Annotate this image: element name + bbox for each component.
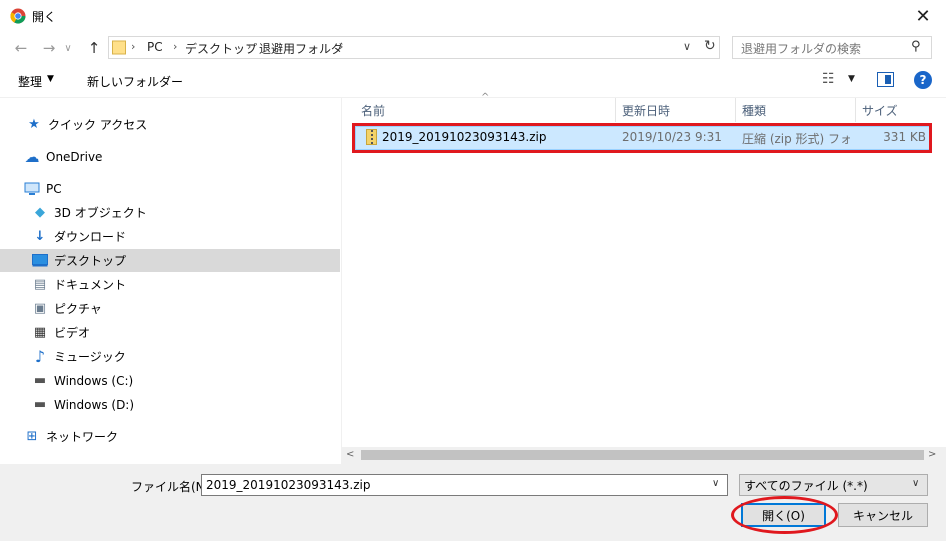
cloud-icon: ☁ [24,147,40,166]
annotation-highlight-ellipse [731,496,838,534]
divider [341,98,342,464]
column-header-modified[interactable]: 更新日時 [616,98,736,122]
sidebar-item-label: デスクトップ [54,254,127,268]
sidebar-item-quick-access[interactable]: ★ クイック アクセス [0,113,340,136]
breadcrumb-evac-folder[interactable]: 退避用フォルダ [259,40,343,57]
sidebar-item-drive-c[interactable]: ▬ Windows (C:) [0,369,340,392]
sidebar-item-label: PC [46,181,62,196]
sidebar-item-label: 3D オブジェクト [54,206,147,220]
window-title: 開く [32,10,57,24]
sidebar-item-pc[interactable]: PC [0,177,340,200]
star-icon: ★ [28,117,40,132]
music-icon: ♪ [34,347,46,366]
new-folder-button[interactable]: 新しいフォルダー [87,73,183,90]
folder-icon [112,40,126,55]
caret-down-icon[interactable]: ▼ [47,74,54,84]
chrome-icon [10,8,26,24]
download-icon: ↓ [34,229,46,244]
sidebar-item-downloads[interactable]: ↓ ダウンロード [0,225,340,248]
search-icon[interactable]: ⚲ [911,39,921,54]
preview-pane-icon[interactable] [877,72,894,87]
organize-button[interactable]: 整理 [18,73,42,90]
sidebar-item-label: Windows (C:) [54,373,134,388]
filename-field[interactable]: 2019_20191023093143.zip [201,474,728,496]
breadcrumb-separator[interactable]: › [173,40,177,53]
forward-icon[interactable]: → [38,38,60,58]
computer-icon [24,181,40,197]
address-bar[interactable]: › PC › デスクトップ › 退避用フォルダ › ∨ ↻ [108,36,720,59]
back-icon[interactable]: ← [10,38,32,58]
sidebar-item-label: クイック アクセス [48,118,148,132]
sidebar-item-label: ダウンロード [54,230,127,244]
sidebar-item-onedrive[interactable]: ☁ OneDrive [0,145,340,168]
annotation-highlight-box [352,123,932,153]
refresh-icon[interactable]: ↻ [704,38,716,54]
search-input[interactable]: 退避用フォルダの検索 ⚲ [732,36,932,59]
desktop-icon [32,253,48,269]
network-icon: ⊞ [26,429,38,444]
file-type-filter-select[interactable]: すべてのファイル (*.*) [739,474,928,496]
sidebar-item-label: Windows (D:) [54,397,135,412]
up-folder-icon[interactable]: ↑ [83,38,105,58]
scroll-right-icon[interactable]: > [928,449,936,460]
sidebar-item-label: ビデオ [54,326,91,340]
title-bar [0,0,946,32]
drive-c-icon: ▬ [33,373,47,388]
breadcrumb-pc[interactable]: PC [147,40,163,54]
search-placeholder: 退避用フォルダの検索 [741,42,862,56]
breadcrumb-separator[interactable]: › [339,40,343,53]
chevron-down-icon[interactable]: ∨ [712,478,719,489]
close-button[interactable]: ✕ [900,0,946,32]
sidebar-item-drive-d[interactable]: ▬ Windows (D:) [0,393,340,416]
sidebar-item-3d-objects[interactable]: ◆ 3D オブジェクト [0,201,340,224]
picture-icon: ▣ [33,301,47,316]
sidebar-item-network[interactable]: ⊞ ネットワーク [0,425,340,448]
caret-down-icon[interactable]: ▼ [848,74,855,84]
sidebar-item-documents[interactable]: ▤ ドキュメント [0,273,340,296]
sidebar-item-pictures[interactable]: ▣ ピクチャ [0,297,340,320]
sidebar-item-videos[interactable]: ▦ ビデオ [0,321,340,344]
sidebar-item-desktop[interactable]: デスクトップ [0,249,340,272]
column-header-type[interactable]: 種類 [736,98,856,122]
video-icon: ▦ [33,325,47,340]
recent-locations-icon[interactable]: ∨ [60,38,76,58]
sidebar-item-label: ドキュメント [54,278,127,292]
scrollbar-thumb[interactable] [361,450,924,460]
cancel-button[interactable]: キャンセル [838,503,928,527]
sidebar-item-label: ピクチャ [54,302,102,316]
drive-d-icon: ▬ [33,397,47,412]
cube-icon: ◆ [35,205,45,220]
view-options-icon[interactable]: ☷ [822,71,835,87]
chevron-down-icon[interactable]: ∨ [912,478,919,489]
sidebar-item-label: ネットワーク [46,430,119,444]
column-header-name[interactable]: 名前 [355,98,616,122]
breadcrumb-separator: › [131,40,136,53]
breadcrumb-separator[interactable]: › [247,40,251,53]
sidebar-item-label: OneDrive [46,149,103,164]
scroll-left-icon[interactable]: < [346,449,354,460]
chevron-down-icon[interactable]: ∨ [683,40,691,53]
help-icon[interactable]: ? [914,71,932,89]
sidebar-item-music[interactable]: ♪ ミュージック [0,345,340,368]
sidebar-item-label: ミュージック [54,350,126,364]
column-header-size[interactable]: サイズ [856,98,936,122]
document-icon: ▤ [33,277,47,292]
